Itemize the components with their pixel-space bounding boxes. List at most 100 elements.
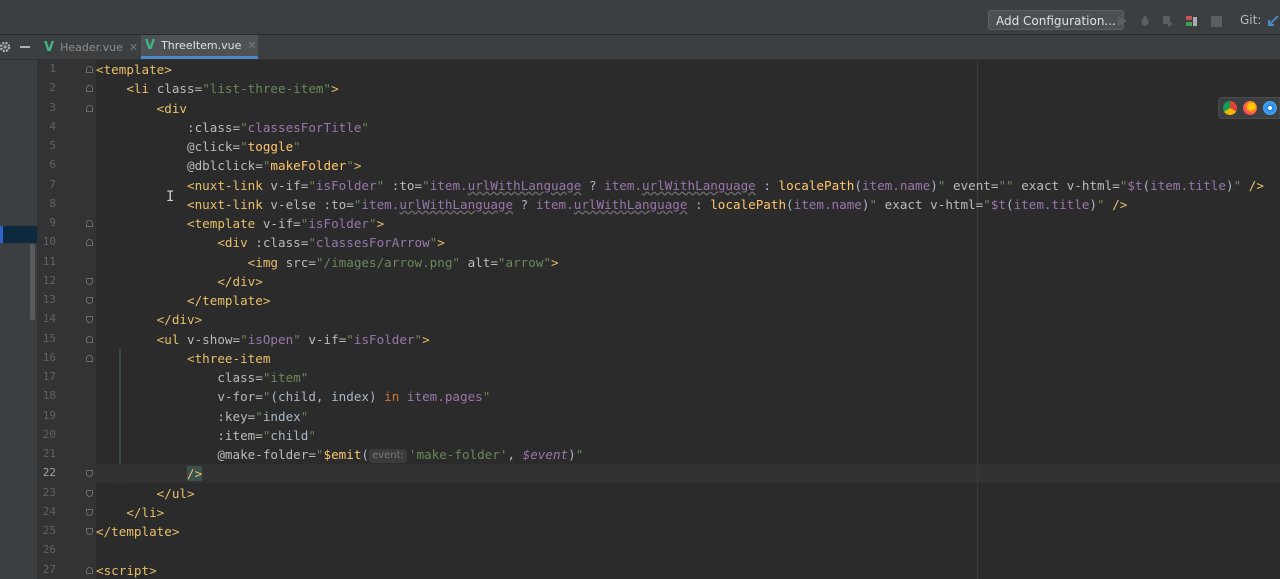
code-token: isFolder xyxy=(315,177,377,193)
minimize-icon[interactable] xyxy=(18,40,32,54)
code-line: <nuxt-link v-if="isFolder" :to="item.url… xyxy=(96,176,1264,195)
fold-marker[interactable] xyxy=(86,277,93,285)
fold-marker[interactable] xyxy=(86,104,93,112)
code-token: " xyxy=(240,119,248,135)
code-token: v-for= xyxy=(217,389,263,405)
settings-gear-icon[interactable] xyxy=(0,40,12,54)
selected-tree-item[interactable] xyxy=(0,226,37,243)
firefox-icon[interactable] xyxy=(1243,101,1257,115)
code-token: <li xyxy=(126,81,157,97)
code-token: ? xyxy=(581,177,605,193)
safari-icon[interactable] xyxy=(1263,101,1277,115)
code-token: src= xyxy=(285,254,316,270)
fold-marker[interactable] xyxy=(86,220,93,227)
close-tab-icon[interactable]: ✕ xyxy=(247,39,256,52)
code-line: @make-folder="$emit(event:'make-folder',… xyxy=(96,445,583,464)
git-label: Git: xyxy=(1240,13,1262,27)
panel-scrollbar-thumb[interactable] xyxy=(30,244,35,320)
code-token: <ul xyxy=(156,331,188,347)
line-number: 27 xyxy=(42,562,56,576)
code-token: " xyxy=(240,139,248,154)
code-token: <nuxt-link xyxy=(187,196,271,212)
code-token: @make-folder= xyxy=(217,447,316,462)
close-tab-icon[interactable]: ✕ xyxy=(129,41,138,54)
profile-icon[interactable] xyxy=(1185,14,1199,28)
fold-marker[interactable] xyxy=(86,566,93,574)
code-token: " xyxy=(308,177,316,193)
code-token: $emit xyxy=(323,447,362,462)
fold-marker[interactable] xyxy=(86,489,93,497)
fold-marker[interactable] xyxy=(86,528,93,535)
code-token: @click= xyxy=(187,139,241,154)
code-token: " xyxy=(293,139,301,154)
editor-tab-bar: V Header.vue ✕ V ThreeItem.vue ✕ xyxy=(0,35,1280,60)
code-token: " xyxy=(869,196,885,212)
line-number: 10 xyxy=(42,235,56,249)
code-token: ( xyxy=(1006,196,1014,212)
fold-marker[interactable] xyxy=(86,239,93,247)
code-token: " xyxy=(293,331,309,347)
vue-file-icon: V xyxy=(145,38,156,53)
tab-header-vue[interactable]: V Header.vue ✕ xyxy=(40,35,140,59)
code-line: </ul> xyxy=(96,484,195,503)
code-token: "" xyxy=(998,177,1022,193)
code-line: :key="index" xyxy=(96,407,308,426)
code-token: " xyxy=(240,331,248,347)
code-line: :item="child" xyxy=(96,426,316,445)
code-token: ) xyxy=(1225,177,1234,193)
code-token: " xyxy=(1233,177,1249,193)
code-line: <div :class="classesForArrow"> xyxy=(96,233,445,252)
code-line: </div> xyxy=(96,272,263,291)
fold-marker[interactable] xyxy=(86,508,93,516)
fold-marker[interactable] xyxy=(86,354,93,362)
coverage-icon[interactable] xyxy=(1161,14,1175,28)
code-line: </template> xyxy=(96,522,179,541)
code-token: item. xyxy=(535,196,574,212)
code-token: " xyxy=(414,331,423,347)
git-update-icon[interactable] xyxy=(1266,14,1280,28)
line-number: 19 xyxy=(42,408,56,422)
fold-marker[interactable] xyxy=(86,470,93,478)
add-configuration-button[interactable]: Add Configuration... xyxy=(988,10,1124,30)
fold-marker[interactable] xyxy=(86,297,93,304)
code-token: v-if= xyxy=(270,177,309,193)
code-token: $event xyxy=(522,447,569,462)
code-token: item. xyxy=(604,177,643,193)
chrome-icon[interactable] xyxy=(1223,101,1237,115)
code-token: > xyxy=(353,158,362,174)
code-token: localePath xyxy=(778,177,855,193)
code-token: "/images/arrow.png" xyxy=(315,254,468,270)
code-token: urlWithLanguage xyxy=(642,177,756,193)
code-line: <nuxt-link v-else :to="item.urlWithLangu… xyxy=(96,195,1127,214)
code-token: 'make-folder' xyxy=(408,447,508,462)
code-token: /> xyxy=(1112,196,1128,212)
code-token: " xyxy=(369,216,377,231)
code-token: ( xyxy=(361,447,370,462)
code-token: " xyxy=(983,196,991,212)
line-number: 1 xyxy=(49,62,56,75)
fold-marker[interactable] xyxy=(86,85,93,93)
stop-icon[interactable] xyxy=(1209,14,1223,28)
run-icon[interactable] xyxy=(1115,14,1129,28)
debug-icon[interactable] xyxy=(1138,14,1152,28)
tab-threeitem-vue[interactable]: V ThreeItem.vue ✕ xyxy=(141,35,258,59)
line-number-gutter[interactable]: 1 2 3 4 5 6 7 8 9 10 11 12 13 14 15 16 17 18 19 20 21 22 23 24 2… xyxy=(38,60,121,579)
code-token: "arrow" xyxy=(497,254,551,270)
fold-marker[interactable] xyxy=(86,335,93,343)
code-token: " xyxy=(346,158,354,174)
code-token: item.name xyxy=(861,177,931,193)
fold-marker[interactable] xyxy=(86,66,93,73)
fold-marker[interactable] xyxy=(86,316,93,324)
code-token: ? xyxy=(513,196,536,212)
code-line: v-for="(child, index) in item.pages" xyxy=(96,387,490,406)
code-editor[interactable]: <template> <li class="list-three-item"> … xyxy=(96,60,1280,579)
code-token: <script> xyxy=(96,562,157,578)
